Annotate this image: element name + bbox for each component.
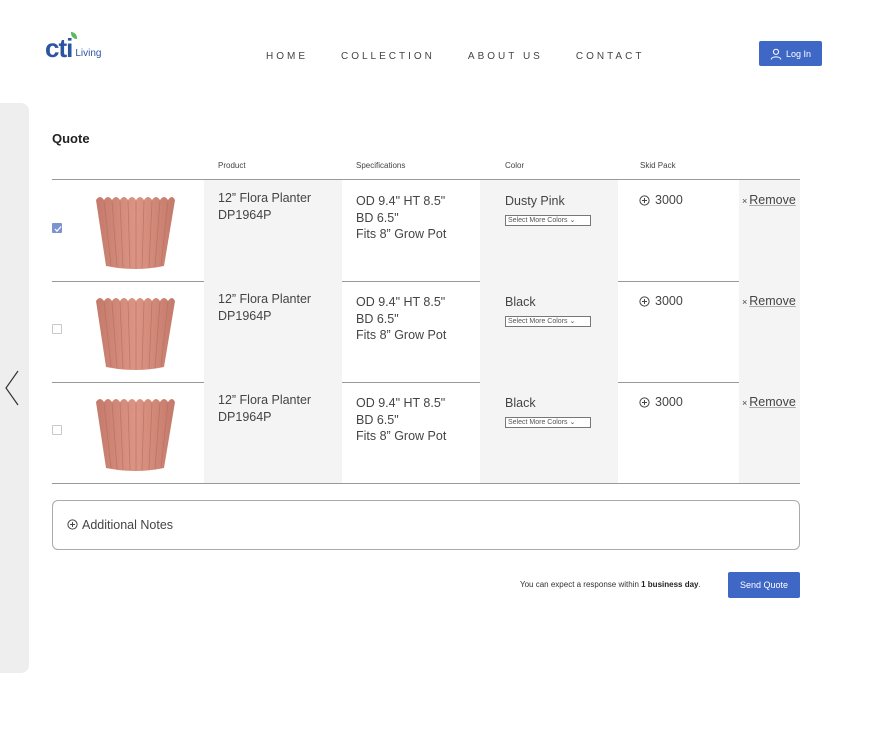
login-button[interactable]: Log In: [759, 41, 822, 66]
remove-label: Remove: [749, 395, 796, 409]
expect-text: You can expect a response within: [520, 580, 642, 589]
close-icon: ×: [742, 398, 748, 408]
main-nav: HOME COLLECTION ABOUT US CONTACT: [266, 51, 677, 62]
planter-image: [96, 298, 175, 370]
spec-od-ht: OD 9.4" HT 8.5": [356, 396, 446, 410]
color-cell: [480, 281, 618, 382]
spec-fits: Fits 8” Grow Pot: [356, 328, 447, 342]
col-header-specifications: Specifications: [356, 161, 406, 170]
color-cell: [480, 382, 618, 483]
product-name: 12” Flora Planter DP1964P: [218, 291, 311, 324]
planter-image: [96, 399, 175, 471]
specifications: OD 9.4" HT 8.5" BD 6.5" Fits 8” Grow Pot: [356, 395, 446, 445]
col-header-product: Product: [218, 161, 246, 170]
col-header-skid-pack: Skid Pack: [640, 161, 676, 170]
user-icon: [770, 48, 782, 60]
table-row: 12” Flora Planter DP1964P OD 9.4" HT 8.5…: [52, 382, 800, 484]
color-name: Black: [505, 295, 536, 309]
remove-button[interactable]: × Remove: [742, 294, 796, 308]
select-more-colors-dropdown[interactable]: Select More Colors ⌄: [505, 417, 591, 428]
spec-bd: BD 6.5": [356, 210, 399, 225]
row-checkbox[interactable]: [52, 425, 62, 435]
send-quote-button[interactable]: Send Quote: [728, 572, 800, 598]
spec-fits: Fits 8” Grow Pot: [356, 429, 447, 443]
plus-circle-icon[interactable]: [639, 195, 650, 206]
nav-home[interactable]: HOME: [266, 51, 308, 62]
remove-label: Remove: [749, 294, 796, 308]
chevron-down-icon: ⌄: [569, 318, 576, 325]
table-row: 12” Flora Planter DP1964P OD 9.4" HT 8.5…: [52, 281, 800, 383]
row-checkbox[interactable]: [52, 324, 62, 334]
spec-bd: BD 6.5": [356, 412, 399, 427]
plus-circle-icon[interactable]: [639, 296, 650, 307]
spec-od-ht: OD 9.4" HT 8.5": [356, 295, 446, 309]
table-row: 12” Flora Planter DP1964P OD 9.4" HT 8.5…: [52, 180, 800, 282]
planter-image: [96, 197, 175, 269]
select-more-colors-dropdown[interactable]: Select More Colors ⌄: [505, 215, 591, 226]
plus-circle-icon[interactable]: [639, 397, 650, 408]
select-more-label: Select More Colors: [508, 318, 568, 325]
product-title: 12” Flora Planter: [218, 191, 312, 205]
spec-bd: BD 6.5": [356, 311, 399, 326]
product-name: 12” Flora Planter DP1964P: [218, 190, 311, 223]
product-sku: DP1964P: [218, 308, 272, 323]
nav-about-us[interactable]: ABOUT US: [468, 51, 543, 62]
login-label: Log In: [785, 48, 812, 59]
spec-fits: Fits 8” Grow Pot: [356, 227, 447, 241]
skid-pack-quantity: 3000: [655, 193, 683, 207]
remove-button[interactable]: × Remove: [742, 193, 796, 207]
chevron-down-icon: ⌄: [569, 419, 576, 426]
spec-od-ht: OD 9.4" HT 8.5": [356, 194, 446, 208]
color-name: Dusty Pink: [505, 194, 565, 208]
quote-title: Quote: [52, 131, 90, 146]
color-name: Black: [505, 396, 536, 410]
product-title: 12” Flora Planter: [218, 393, 312, 407]
logo[interactable]: cti Living: [45, 32, 102, 63]
product-name: 12” Flora Planter DP1964P: [218, 392, 311, 425]
remove-button[interactable]: × Remove: [742, 395, 796, 409]
nav-contact[interactable]: CONTACT: [576, 51, 645, 62]
chevron-down-icon: ⌄: [569, 217, 576, 224]
chevron-left-icon[interactable]: [4, 370, 20, 406]
skid-pack-quantity: 3000: [655, 395, 683, 409]
close-icon: ×: [742, 196, 748, 206]
specifications: OD 9.4" HT 8.5" BD 6.5" Fits 8” Grow Pot: [356, 193, 446, 243]
specifications: OD 9.4" HT 8.5" BD 6.5" Fits 8” Grow Pot: [356, 294, 446, 344]
additional-notes-label: Additional Notes: [82, 518, 174, 532]
expect-bold: 1 business day: [641, 580, 699, 589]
select-more-label: Select More Colors: [508, 419, 568, 426]
expect-end: .: [698, 580, 701, 589]
skid-pack-quantity: 3000: [655, 294, 683, 308]
product-sku: DP1964P: [218, 409, 272, 424]
remove-label: Remove: [749, 193, 796, 207]
close-icon: ×: [742, 297, 748, 307]
product-sku: DP1964P: [218, 207, 272, 222]
product-title: 12” Flora Planter: [218, 292, 312, 306]
select-more-colors-dropdown[interactable]: Select More Colors ⌄: [505, 316, 591, 327]
check-icon: [54, 226, 62, 233]
nav-collection[interactable]: COLLECTION: [341, 51, 435, 62]
logo-mark: cti: [45, 33, 73, 63]
response-time-note: You can expect a response within 1 busin…: [520, 580, 701, 589]
row-checkbox[interactable]: [52, 223, 62, 233]
logo-sub: Living: [75, 48, 102, 59]
col-header-color: Color: [505, 161, 525, 170]
select-more-label: Select More Colors: [508, 217, 568, 224]
plus-circle-icon: [67, 519, 78, 530]
additional-notes-toggle[interactable]: Additional Notes: [52, 500, 800, 550]
